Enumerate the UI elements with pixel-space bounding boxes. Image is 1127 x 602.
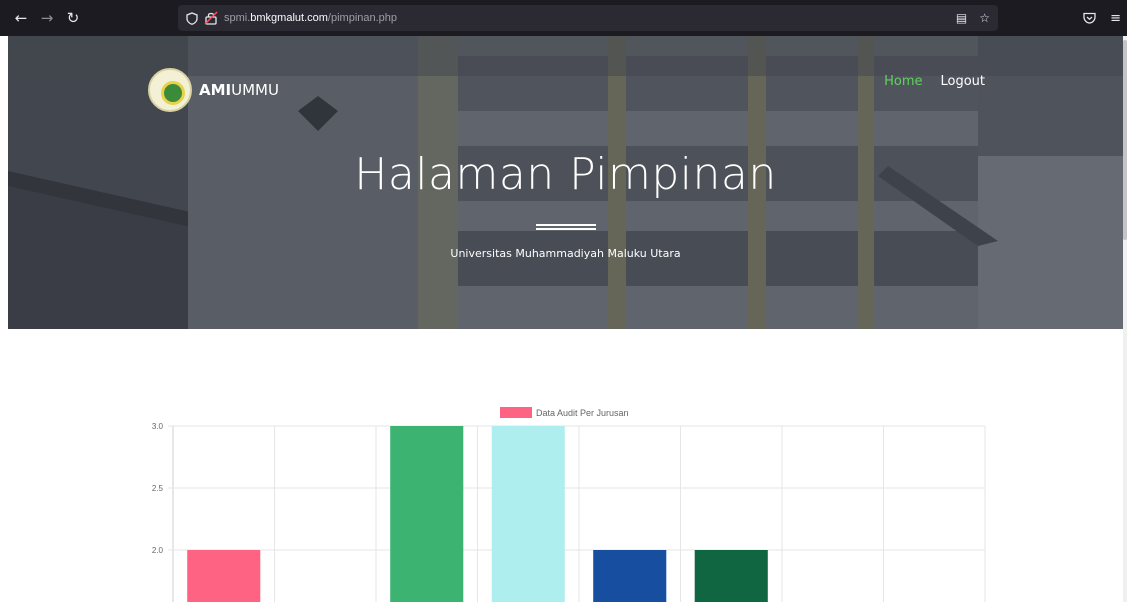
insecure-lock-icon[interactable] (204, 11, 218, 25)
chart-bar[interactable] (187, 550, 261, 602)
brand-name-bold: AMI (199, 81, 232, 99)
page-subtitle: Universitas Muhammadiyah Maluku Utara (450, 247, 681, 260)
shield-icon[interactable] (186, 11, 198, 25)
title-divider (536, 224, 596, 230)
page-title: Halaman Pimpinan (354, 149, 777, 200)
university-emblem-icon (148, 68, 192, 112)
chart-bar[interactable] (593, 550, 667, 602)
bookmark-star-icon[interactable]: ☆ (979, 11, 990, 25)
address-bar[interactable]: spmi.bmkgmalut.com/pimpinan.php ▤ ☆ (178, 5, 998, 31)
chart-bar[interactable] (694, 550, 768, 602)
back-arrow-icon[interactable]: ← (8, 9, 34, 27)
y-tick-label: 2.5 (152, 484, 164, 493)
site-logo[interactable]: AMIUMMU (148, 68, 279, 112)
nav-home-link[interactable]: Home (884, 74, 922, 89)
url-text[interactable]: spmi.bmkgmalut.com/pimpinan.php (224, 12, 397, 24)
reload-icon[interactable]: ↻ (60, 9, 86, 27)
legend-swatch (500, 407, 532, 418)
chart-grid (168, 425, 986, 602)
chart-legend[interactable]: Data Audit Per Jurusan (500, 407, 629, 418)
nav-logout-link[interactable]: Logout (940, 74, 985, 89)
page-scrollbar-thumb[interactable] (1123, 40, 1127, 240)
menu-hamburger-icon[interactable]: ≡ (1110, 11, 1121, 26)
reader-view-icon[interactable]: ▤ (956, 11, 967, 25)
audit-bar-chart: 3.0 2.5 2.0 Data Audit Per Jurusan (152, 407, 986, 602)
brand-name-rest: UMMU (231, 81, 279, 99)
forward-arrow-icon[interactable]: → (34, 9, 60, 27)
url-path: /pimpinan.php (327, 12, 398, 24)
main-nav: Home Logout (884, 74, 985, 89)
chart-bar[interactable] (491, 426, 565, 602)
brand-name: AMIUMMU (199, 81, 279, 99)
browser-toolbar: ← → ↻ spmi.bmkgmalut.com/pimpinan.php ▤ … (0, 0, 1127, 36)
y-tick-label: 3.0 (152, 422, 164, 431)
url-host: bmkgmalut.com (250, 12, 328, 24)
url-prefix: spmi. (224, 12, 251, 24)
legend-label: Data Audit Per Jurusan (536, 408, 629, 418)
chart-y-ticks: 3.0 2.5 2.0 (152, 422, 164, 555)
hero-banner: AMIUMMU Home Logout Halaman Pimpinan Uni… (8, 36, 1123, 329)
y-tick-label: 2.0 (152, 546, 164, 555)
chart-bar[interactable] (390, 426, 464, 602)
pocket-icon[interactable] (1083, 12, 1096, 24)
